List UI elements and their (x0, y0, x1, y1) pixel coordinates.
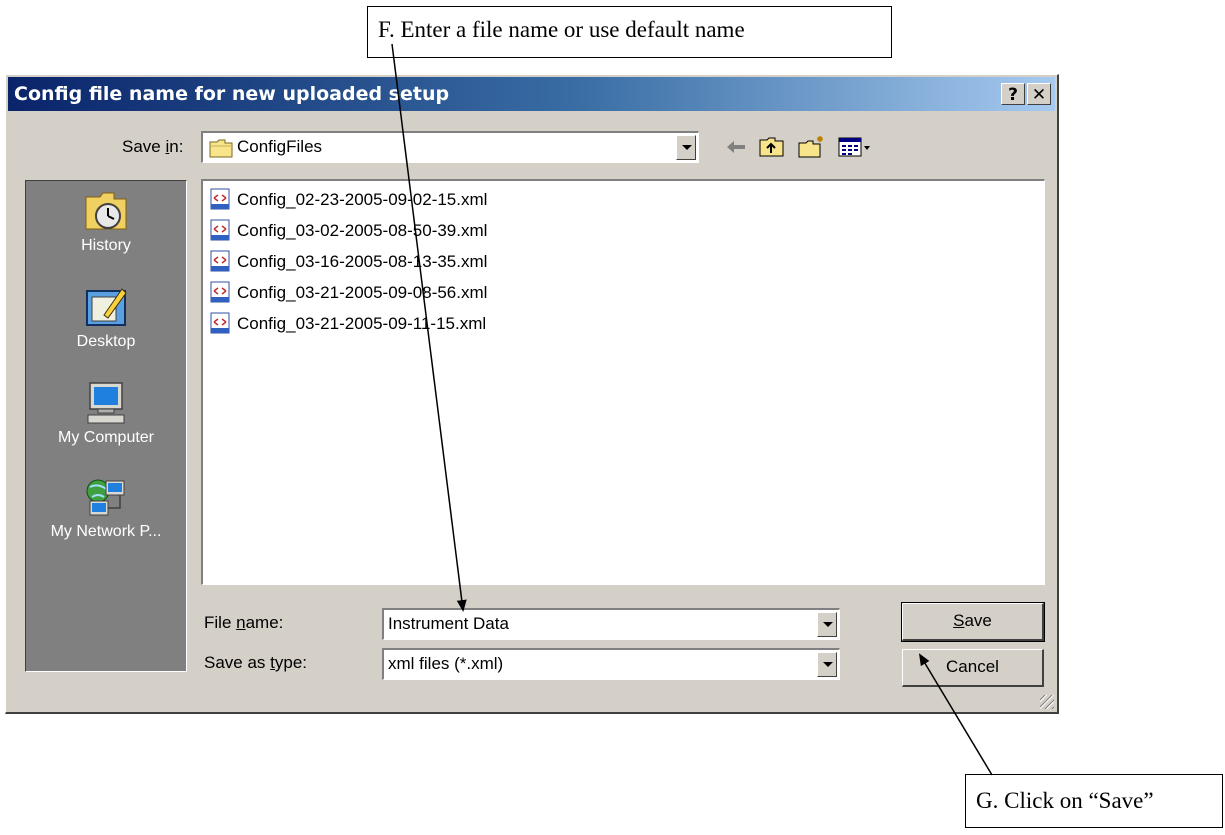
arrow-to-file-name (391, 43, 467, 612)
callout-arrows (391, 43, 993, 776)
arrow-to-save-button (918, 653, 993, 776)
